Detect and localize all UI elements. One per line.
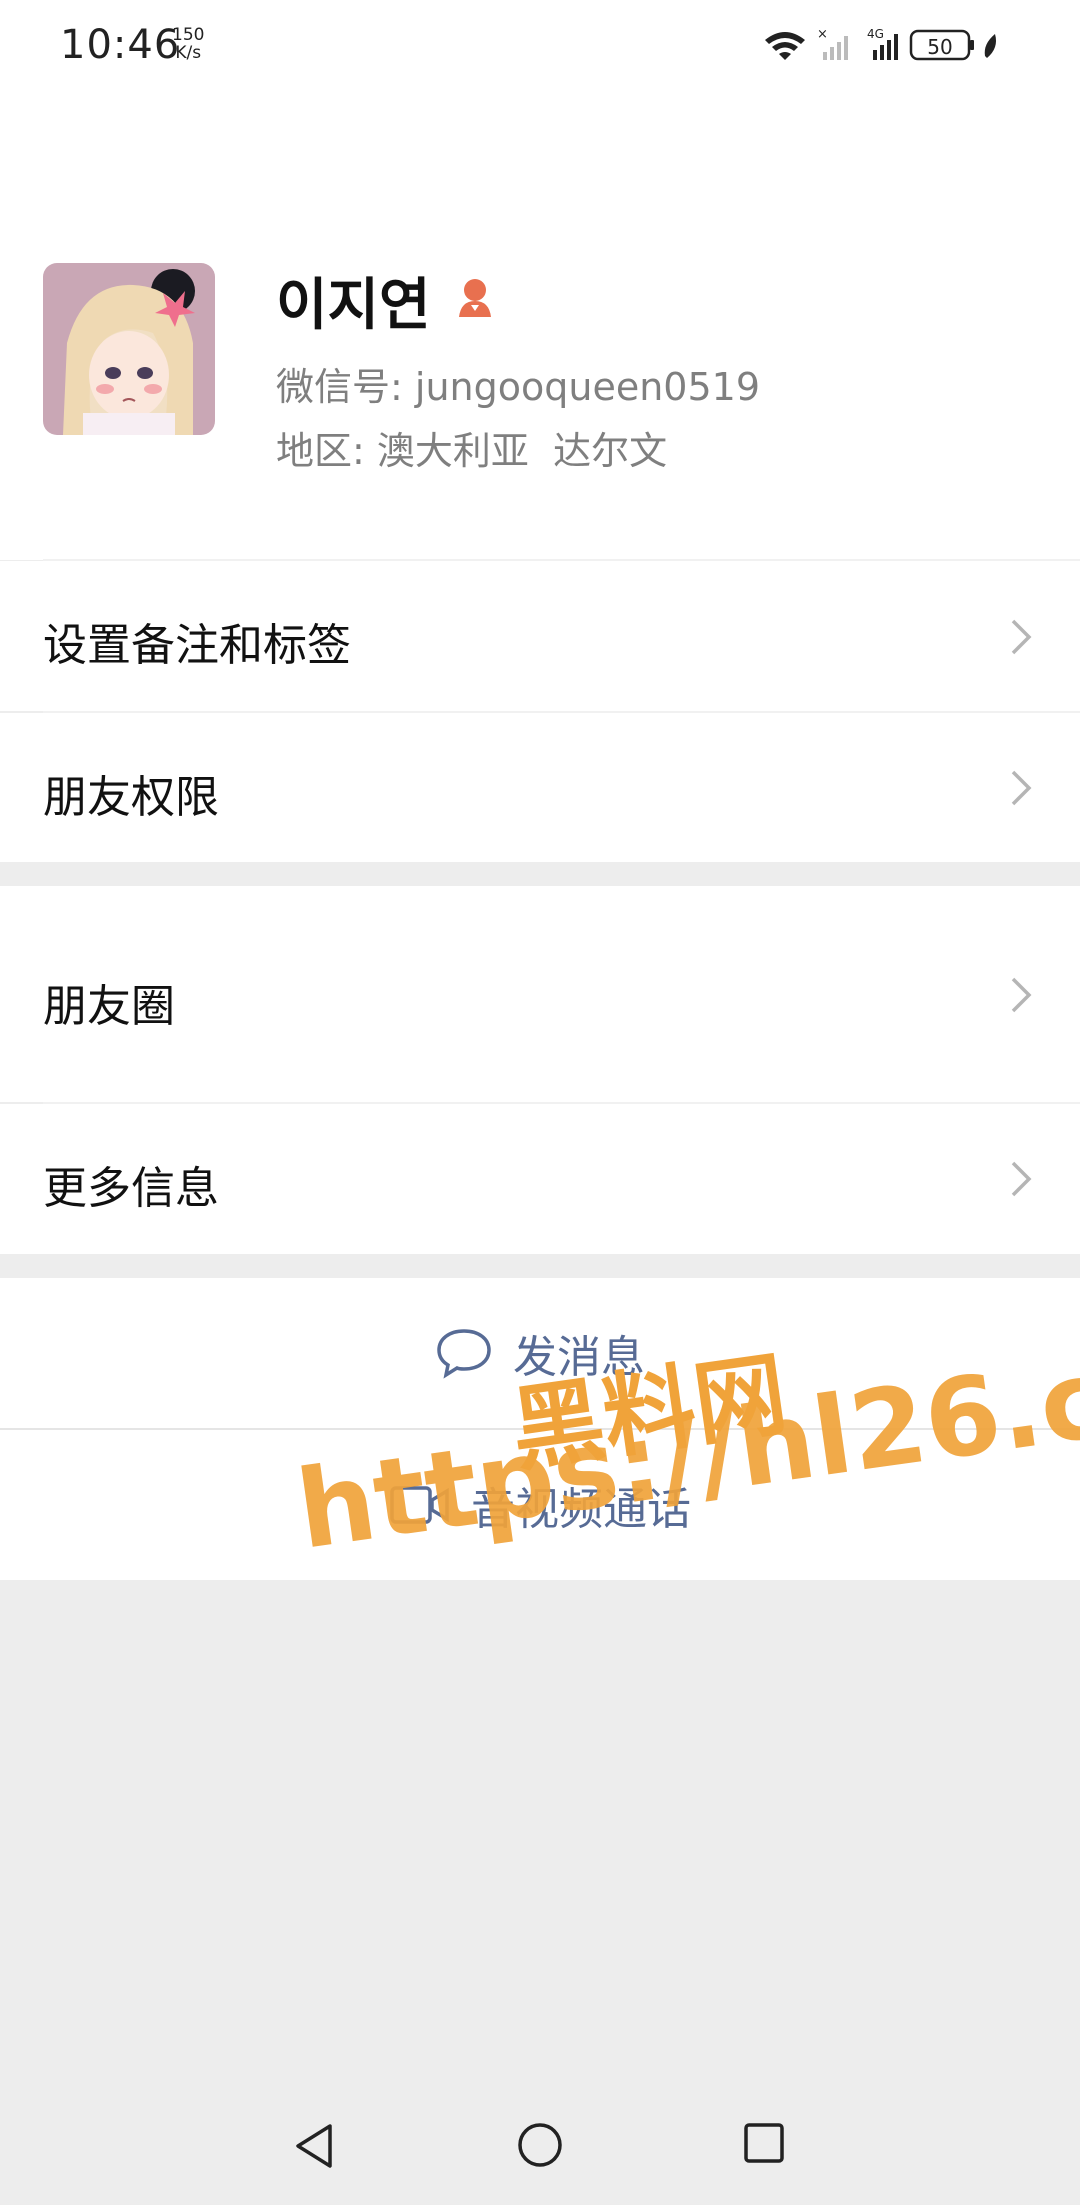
remark-tags-row[interactable]: 设置备注和标签 xyxy=(0,561,1080,711)
contact-name: 이지연 xyxy=(276,273,431,338)
more-info-label: 更多信息 xyxy=(43,1163,219,1214)
status-icons: × 4G 50 xyxy=(763,26,1028,66)
region-value: 澳大利亚 达尔文 xyxy=(376,429,668,473)
chevron-right-icon xyxy=(1008,768,1034,812)
more-info-row[interactable]: 更多信息 xyxy=(0,1104,1080,1254)
home-nav-button[interactable] xyxy=(517,2122,563,2172)
wifi-icon xyxy=(765,32,805,60)
chevron-right-icon xyxy=(1008,975,1034,1019)
signal-sim1-icon: × xyxy=(817,27,848,60)
status-time: 10:46 xyxy=(60,22,181,68)
profile-card: 이지연 微信号: jungooqueen0519 地区: 澳大利亚 达尔文 xyxy=(0,92,1080,560)
moments-label: 朋友圈 xyxy=(43,981,175,1032)
network-type-label: 4G xyxy=(867,27,884,41)
chevron-right-icon xyxy=(1008,1159,1034,1203)
wechat-id-value: jungooqueen0519 xyxy=(414,365,761,409)
network-speed: 150 K/s xyxy=(172,26,204,62)
network-speed-value: 150 xyxy=(172,25,205,45)
chevron-right-icon xyxy=(1008,617,1034,661)
battery-icon: 50 xyxy=(909,29,996,61)
friend-permissions-row[interactable]: 朋友权限 xyxy=(0,713,1080,862)
battery-level: 50 xyxy=(927,35,952,59)
region-label: 地区: xyxy=(276,429,365,473)
wechat-id-line: 微信号: jungooqueen0519 xyxy=(276,356,760,411)
wechat-id-label: 微信号: xyxy=(276,365,403,409)
friend-permissions-label: 朋友权限 xyxy=(43,772,219,823)
chat-bubble-icon xyxy=(437,1329,491,1379)
leaf-icon xyxy=(984,34,996,58)
svg-text:×: × xyxy=(817,27,828,42)
remark-tags-label: 设置备注和标签 xyxy=(43,620,351,671)
network-speed-unit: K/s xyxy=(175,43,202,63)
avatar[interactable] xyxy=(43,263,215,435)
recents-nav-button[interactable] xyxy=(743,2122,785,2168)
region-line: 地区: 澳大利亚 达尔文 xyxy=(276,420,667,475)
moments-row[interactable]: 朋友圈 xyxy=(0,886,1080,1102)
back-nav-button[interactable] xyxy=(292,2122,336,2174)
signal-sim2-icon: 4G xyxy=(867,27,898,60)
female-person-icon xyxy=(453,275,497,323)
status-bar: 10:46 150 K/s × 4G 50 xyxy=(0,0,1080,92)
